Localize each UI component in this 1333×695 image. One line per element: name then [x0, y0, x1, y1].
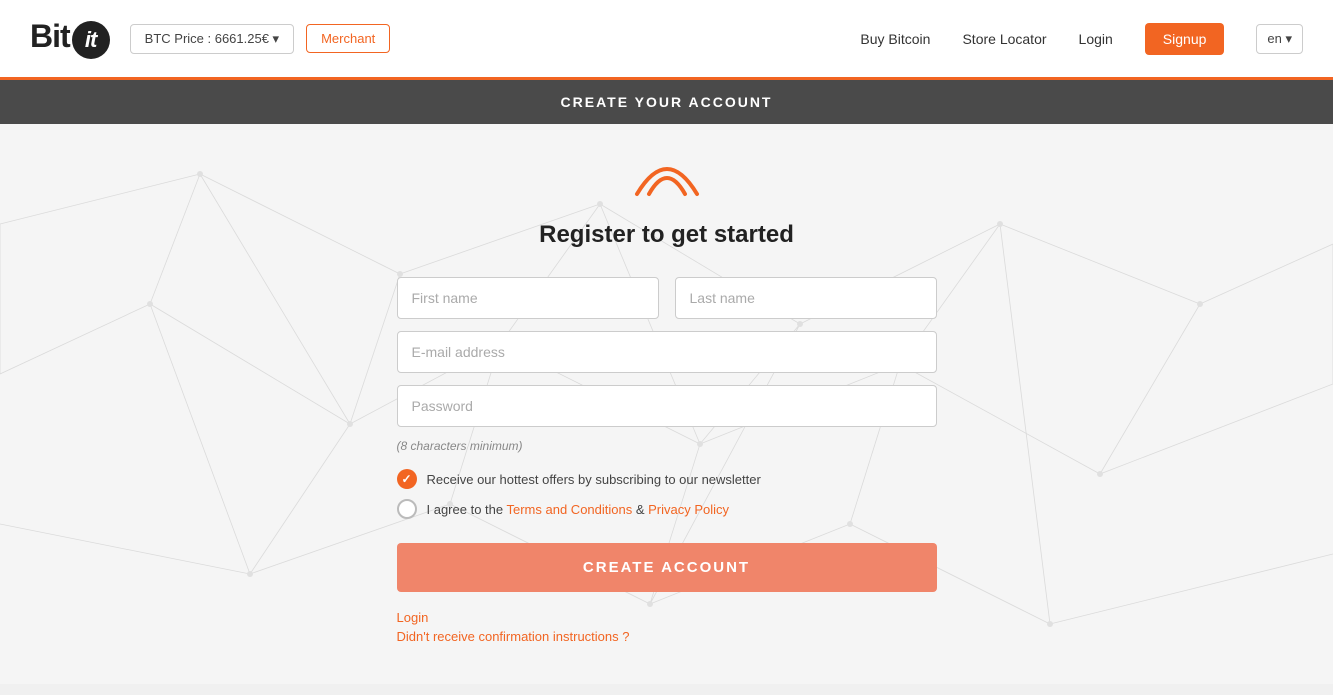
- nav-store-locator[interactable]: Store Locator: [962, 31, 1046, 47]
- nav-login[interactable]: Login: [1079, 31, 1113, 47]
- merchant-button[interactable]: Merchant: [306, 24, 390, 53]
- email-input[interactable]: [397, 331, 937, 373]
- newsletter-label: Receive our hottest offers by subscribin…: [427, 472, 761, 487]
- logo: Bitit: [30, 18, 110, 59]
- terms-link[interactable]: Terms and Conditions: [507, 502, 633, 517]
- terms-label: I agree to the Terms and Conditions & Pr…: [427, 502, 730, 517]
- sub-header-title: CREATE YOUR ACCOUNT: [561, 94, 773, 110]
- signup-button[interactable]: Signup: [1145, 23, 1225, 55]
- main-content: Register to get started (8 characters mi…: [0, 124, 1333, 684]
- login-link[interactable]: Login: [397, 610, 630, 625]
- create-account-button[interactable]: CREATE ACCOUNT: [397, 543, 937, 592]
- resend-confirmation-link[interactable]: Didn't receive confirmation instructions…: [397, 629, 630, 644]
- sub-header: CREATE YOUR ACCOUNT: [0, 80, 1333, 124]
- language-selector[interactable]: en ▾: [1256, 24, 1303, 54]
- first-name-input[interactable]: [397, 277, 659, 319]
- name-row: [397, 277, 937, 319]
- privacy-link[interactable]: Privacy Policy: [648, 502, 729, 517]
- registration-form-container: Register to get started (8 characters mi…: [377, 124, 957, 684]
- newsletter-checkbox[interactable]: [397, 469, 417, 489]
- logo-it: it: [72, 21, 110, 59]
- heading-normal: Register to get: [539, 221, 714, 248]
- main-header: Bitit BTC Price : 6661.25€ ▾ Merchant Bu…: [0, 0, 1333, 80]
- newsletter-checkbox-row: Receive our hottest offers by subscribin…: [397, 469, 937, 489]
- btc-price-button[interactable]: BTC Price : 6661.25€ ▾: [130, 24, 294, 54]
- arc-icon: [627, 154, 707, 209]
- terms-checkbox-row: I agree to the Terms and Conditions & Pr…: [397, 499, 937, 519]
- last-name-input[interactable]: [675, 277, 937, 319]
- password-input[interactable]: [397, 385, 937, 427]
- password-hint: (8 characters minimum): [397, 439, 523, 453]
- main-nav: Buy Bitcoin Store Locator Login Signup e…: [860, 23, 1303, 55]
- bottom-links: Login Didn't receive confirmation instru…: [397, 610, 630, 644]
- heading-bold: started: [714, 221, 794, 248]
- nav-buy-bitcoin[interactable]: Buy Bitcoin: [860, 31, 930, 47]
- register-heading: Register to get started: [539, 221, 794, 249]
- logo-bit: Bit: [30, 18, 70, 54]
- logo-text: Bitit: [30, 18, 110, 59]
- terms-checkbox[interactable]: [397, 499, 417, 519]
